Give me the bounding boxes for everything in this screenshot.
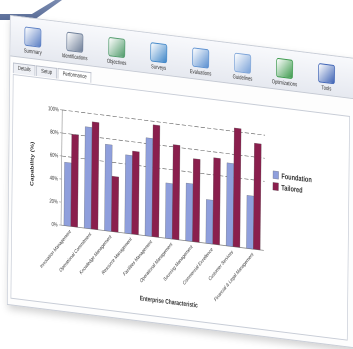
bar-tailored [233,128,241,248]
bar-foundation [84,127,92,229]
bar-foundation [64,162,72,226]
toolbar-button-objectives[interactable]: Objectives [97,28,137,71]
surveys-icon [150,42,167,63]
toolbar-button-label: Surveys [151,64,166,72]
toolbar-button-optimizations[interactable]: Optimizations [265,49,305,92]
bar-foundation [206,199,213,244]
bar-tailored [253,143,261,250]
y-axis-label: Capability (%) [30,141,35,186]
bar-tailored [192,159,200,243]
x-axis-label: Enterprise Characteristic [140,296,199,310]
bar-tailored [111,176,118,232]
legend-label-foundation: Foundation [281,173,311,185]
speaker-icon [66,32,83,53]
bar-foundation [165,183,172,239]
legend-label-tailored: Tailored [281,184,302,195]
bar-tailored [213,158,221,245]
toolbar-button-label: Identifications [62,53,88,62]
bar-foundation [145,138,153,237]
toolbar-button-summary[interactable]: Summary [13,17,53,60]
toolbar-button-surveys[interactable]: Surveys [139,33,179,76]
bar-tailored [172,145,180,240]
bar-foundation [104,144,112,231]
y-tick-label: 20% [49,198,58,206]
performance-chart: 0%20%40%60%80%100%Capability (%)Innovati… [11,75,349,340]
y-tick-label: 60% [50,152,59,160]
objectives-icon [108,37,125,58]
guidelines-icon [234,53,251,74]
bar-tailored [71,134,79,227]
chart-panel: 0%20%40%60%80%100%Capability (%)Innovati… [11,74,350,341]
toolbar-button-label: Summary [24,48,42,56]
y-axis-line [61,110,62,225]
toolbar-button-label: Tools [321,86,331,93]
summary-icon [24,26,41,47]
toolbar-button-tools[interactable]: Tools [307,54,347,97]
y-tick-label: 80% [50,129,59,137]
toolbar-button-label: Guidelines [233,74,253,82]
bar-foundation [125,155,133,234]
legend-swatch-foundation [273,171,279,179]
toolbar-button-label: Optimizations [272,79,297,88]
toolbar-button-evaluations[interactable]: Evaluations [181,38,221,81]
y-tick-label: 40% [50,175,59,183]
bar-tailored [91,122,99,230]
legend-swatch-tailored [273,182,279,190]
optimizations-icon [276,58,293,79]
tools-icon [318,63,335,84]
bar-foundation [186,183,193,241]
bar-foundation [226,163,234,247]
y-tick-label: 0% [51,221,58,229]
bar-tailored [132,151,140,235]
evaluations-icon [192,47,209,68]
x-tick-label: Financial & Legal Management [213,251,254,303]
bar-foundation [246,195,253,249]
toolbar-button-guidelines[interactable]: Guidelines [223,43,263,86]
toolbar-button-label: Objectives [107,59,127,67]
bar-tailored [152,125,160,238]
y-tick-label: 100% [48,106,59,114]
application-window: Summary Identifications Objectives Surveys E… [7,15,353,349]
toolbar-button-label: Evaluations [190,69,212,77]
toolbar-button-identifications[interactable]: Identifications [55,23,95,66]
